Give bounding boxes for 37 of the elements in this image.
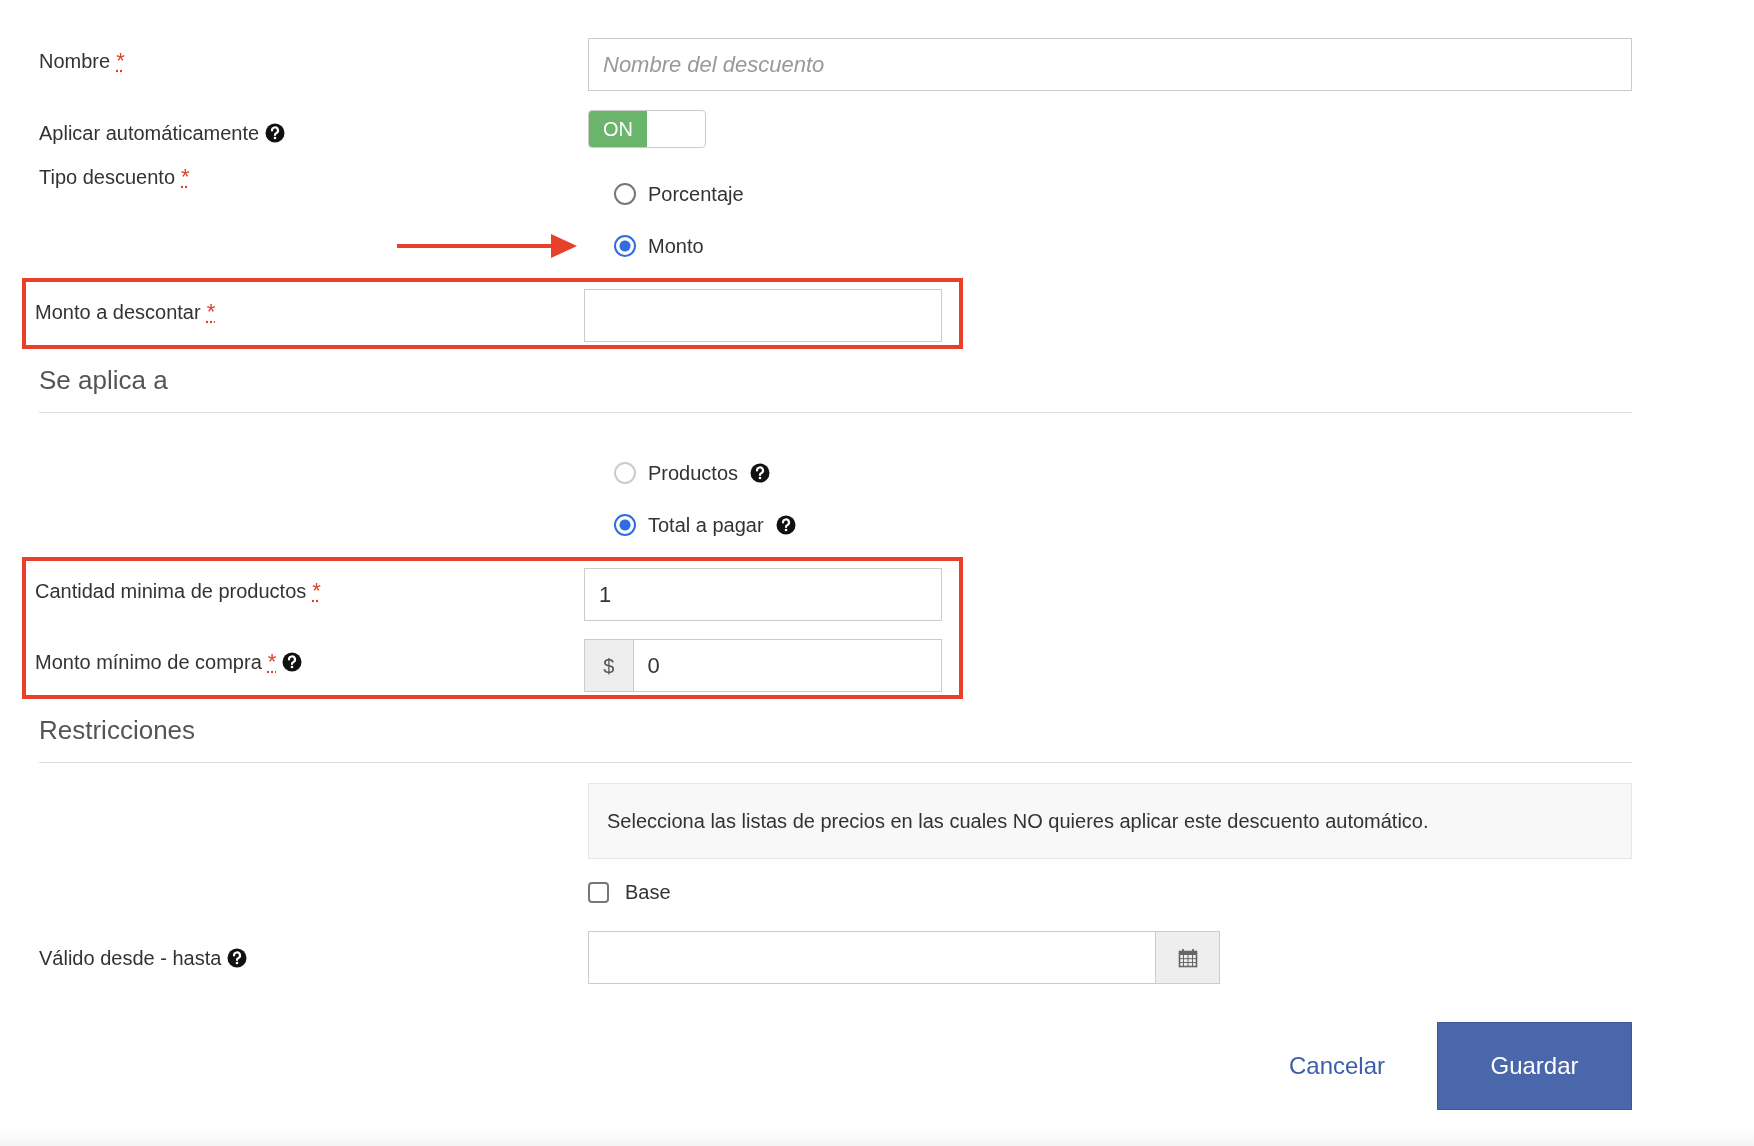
text-field[interactable]: Nombre del descuento — [588, 38, 1632, 91]
info-note: Selecciona las listas de precios en las cuales NO quieres aplicar este descuento automático. — [588, 783, 1632, 859]
radio-button[interactable] — [614, 514, 636, 536]
field-label: Válido desde - hasta — [39, 946, 222, 971]
required-mark: * — [312, 580, 321, 602]
field-label: Cantidad minima de productos — [35, 579, 307, 604]
radio-label[interactable]: Total a pagar — [648, 510, 764, 540]
required-mark: * — [181, 166, 190, 188]
text-field[interactable]: 1 — [584, 568, 942, 621]
checkbox-label[interactable]: Base — [625, 877, 671, 907]
field-label: Monto mínimo de compra — [35, 650, 262, 675]
text-field[interactable] — [584, 289, 942, 342]
field-label: Aplicar automáticamente — [39, 121, 260, 146]
radio-button[interactable] — [614, 235, 636, 257]
required-mark: * — [206, 301, 216, 323]
radio-label[interactable]: Porcentaje — [648, 179, 744, 209]
text-field[interactable]: 0 — [633, 639, 942, 692]
required-mark: * — [116, 50, 125, 72]
radio-button[interactable] — [614, 183, 636, 205]
section-heading: Se aplica a — [39, 361, 1632, 413]
date-field[interactable] — [588, 931, 1157, 984]
field-label: Tipo descuento — [39, 165, 175, 190]
help-icon[interactable] — [282, 652, 303, 672]
field-label: Monto a descontar — [35, 300, 201, 325]
required-mark: * — [267, 651, 277, 673]
section-heading: Restricciones — [39, 711, 1632, 763]
currency-addon: $ — [584, 639, 634, 692]
save-button[interactable]: Guardar — [1437, 1022, 1632, 1110]
calendar-button[interactable] — [1156, 931, 1220, 984]
help-icon[interactable] — [227, 948, 248, 968]
checkbox[interactable] — [588, 881, 609, 903]
help-icon[interactable] — [265, 123, 286, 143]
field-label: Nombre — [39, 49, 111, 74]
help-icon[interactable] — [775, 515, 796, 535]
cancel-link[interactable]: Cancelar — [1288, 1048, 1385, 1084]
calendar-icon — [1177, 947, 1198, 968]
radio-label[interactable]: Monto — [648, 231, 704, 261]
